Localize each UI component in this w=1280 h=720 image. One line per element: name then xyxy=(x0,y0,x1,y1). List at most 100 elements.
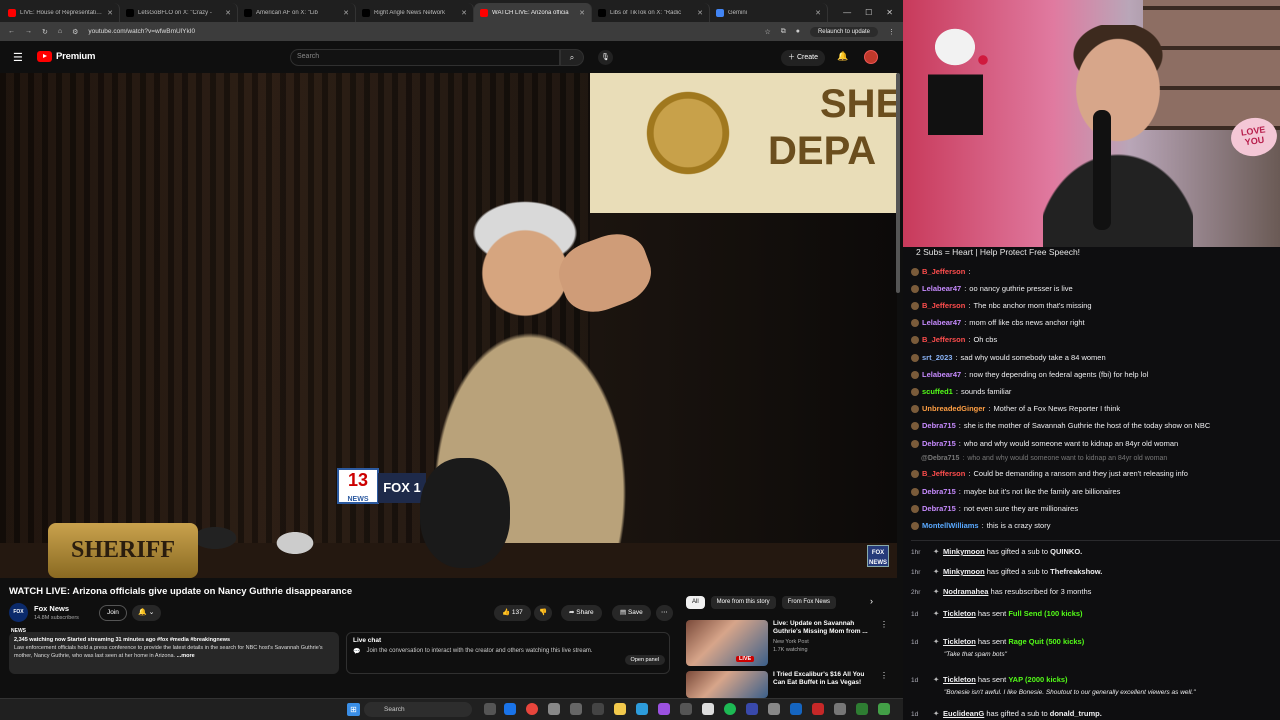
event-username[interactable]: Tickleton xyxy=(943,609,976,618)
url-field[interactable]: youtube.com/watch?v=wfwBmUlYkI0 xyxy=(88,28,754,35)
hamburger-menu-icon[interactable]: ☰ xyxy=(13,51,23,64)
chat-username[interactable]: B_Jefferson xyxy=(922,267,965,276)
chat-message[interactable]: @Debra715: who and why would someone want… xyxy=(921,455,1167,462)
event-target[interactable]: Full Send (100 kicks) xyxy=(1008,609,1082,618)
event-target[interactable]: YAP (2000 kicks) xyxy=(1008,675,1067,684)
dislike-button[interactable]: 👎 xyxy=(534,605,553,621)
recommended-channel[interactable]: New York Post xyxy=(773,639,809,645)
chat-message[interactable]: Debra715: not even sure they are milliona… xyxy=(911,504,1078,513)
chat-username[interactable]: Debra715 xyxy=(922,504,956,513)
chat-message[interactable]: Lelabear47: mom off like cbs news anchor … xyxy=(911,318,1085,327)
chat-message[interactable]: Lelabear47: oo nancy guthrie presser is l… xyxy=(911,284,1073,293)
home-icon[interactable]: ⌂ xyxy=(58,28,62,35)
browser-tab[interactable]: American AF on X: "Lib ✕ xyxy=(238,3,356,22)
chat-username[interactable]: scuffed1 xyxy=(922,387,953,396)
chat-username[interactable]: Lelabear47 xyxy=(922,284,961,293)
event-target[interactable]: QUINKO. xyxy=(1050,547,1082,556)
browser-tab[interactable]: Libs of TikTok on X: "Radic ✕ xyxy=(592,3,710,22)
more-options-icon[interactable]: ⋮ xyxy=(880,620,888,629)
description-more-link[interactable]: ...more xyxy=(177,653,195,659)
chat-username[interactable]: Debra715 xyxy=(922,487,956,496)
tab-close-icon[interactable]: ✕ xyxy=(815,9,821,17)
chat-message[interactable]: Debra715: who and why would someone want … xyxy=(911,439,1178,448)
video-description[interactable]: 2,345 watching now Started streaming 31 … xyxy=(9,632,339,674)
event-target[interactable]: Thefreakshow. xyxy=(1050,567,1102,576)
page-scrollbar[interactable] xyxy=(896,73,900,293)
spotify-icon[interactable] xyxy=(724,703,736,715)
channel-name[interactable]: Fox News xyxy=(34,604,69,613)
open-panel-button[interactable]: Open panel xyxy=(624,655,665,665)
edge-icon[interactable] xyxy=(504,703,516,715)
recommended-title[interactable]: I Tried Excalibur's $16 All You Can Eat … xyxy=(773,671,871,687)
chat-message[interactable]: B_Jefferson: Oh cbs xyxy=(911,335,997,344)
app-icon-1[interactable] xyxy=(548,703,560,715)
chat-message[interactable]: Debra715: she is the mother of Savannah G… xyxy=(911,421,1210,430)
chat-username[interactable]: Debra715 xyxy=(922,439,956,448)
chat-message[interactable]: UnbreadedGinger: Mother of a Fox News Rep… xyxy=(911,404,1120,413)
chat-message[interactable]: scuffed1: sounds familiar xyxy=(911,387,1011,396)
event-username[interactable]: Tickleton xyxy=(943,675,976,684)
browser-tab[interactable]: LetsGoBFLO on X: "Crazy - ✕ xyxy=(120,3,238,22)
recommended-video[interactable]: I Tried Excalibur's $16 All You Can Eat … xyxy=(686,671,888,698)
bookmark-star-icon[interactable]: ☆ xyxy=(764,28,770,36)
reload-icon[interactable]: ↻ xyxy=(42,28,48,36)
back-icon[interactable]: ← xyxy=(8,28,15,35)
channel-avatar[interactable]: FOX NEWS xyxy=(9,603,28,634)
filter-chip[interactable]: From Fox News xyxy=(781,596,837,609)
like-button[interactable]: 👍 137 xyxy=(494,605,531,621)
search-button[interactable]: ⌕ xyxy=(560,49,584,66)
forward-icon[interactable]: → xyxy=(25,28,32,35)
app-icon-8[interactable] xyxy=(768,703,780,715)
app-icon-9[interactable] xyxy=(790,703,802,715)
taskbar-search-input[interactable]: Search xyxy=(364,702,472,717)
close-window-icon[interactable]: ✕ xyxy=(886,8,893,17)
app-icon-5[interactable] xyxy=(658,703,670,715)
voice-search-icon[interactable]: 🎙 xyxy=(598,50,613,65)
app-icon-11[interactable] xyxy=(834,703,846,715)
chat-message[interactable]: B_Jefferson: xyxy=(911,267,973,276)
filter-chip[interactable]: All xyxy=(686,596,705,609)
task-view-icon[interactable] xyxy=(484,703,496,715)
app-icon-3[interactable] xyxy=(592,703,604,715)
search-input[interactable]: Search xyxy=(290,49,560,66)
filter-chip[interactable]: More from this story xyxy=(710,596,776,609)
chat-message[interactable]: Lelabear47: now they depending on federal… xyxy=(911,370,1148,379)
chat-username[interactable]: Lelabear47 xyxy=(922,370,961,379)
chrome-icon[interactable] xyxy=(526,703,538,715)
event-username[interactable]: Nodramahea xyxy=(943,587,988,596)
chat-message[interactable]: Debra715: maybe but it's not like the fam… xyxy=(911,487,1120,496)
app-icon-4[interactable] xyxy=(636,703,648,715)
relaunch-button[interactable]: Relaunch to update xyxy=(809,26,878,37)
recommended-title[interactable]: Live: Update on Savannah Guthrie's Missi… xyxy=(773,620,871,636)
browser-tab[interactable]: LIVE: House of Representatives ✕ xyxy=(2,3,120,22)
tab-close-icon[interactable]: ✕ xyxy=(579,9,585,17)
browser-menu-icon[interactable]: ⋮ xyxy=(888,28,895,36)
browser-tab[interactable]: Gemini ✕ xyxy=(710,3,828,22)
event-target[interactable]: donald_trump. xyxy=(1050,709,1102,718)
join-button[interactable]: Join xyxy=(99,605,127,621)
chat-message[interactable]: srt_2023: sad why would somebody take a 8… xyxy=(911,353,1106,362)
tab-close-icon[interactable]: ✕ xyxy=(343,9,349,17)
more-options-icon[interactable]: ⋮ xyxy=(880,671,888,680)
app-icon-13[interactable] xyxy=(878,703,890,715)
chat-username[interactable]: @Debra715 xyxy=(921,455,959,462)
video-thumbnail[interactable] xyxy=(686,620,768,666)
minimize-icon[interactable]: — xyxy=(843,8,851,17)
app-icon-7[interactable] xyxy=(746,703,758,715)
chat-message[interactable]: MontellWilliams: this is a crazy story xyxy=(911,521,1050,530)
save-button[interactable]: ▤ Save xyxy=(612,605,651,621)
app-icon-12[interactable] xyxy=(856,703,868,715)
chat-username[interactable]: B_Jefferson xyxy=(922,301,965,310)
chat-username[interactable]: B_Jefferson xyxy=(922,469,965,478)
windows-start-icon[interactable]: ⊞ xyxy=(347,703,360,716)
event-username[interactable]: EuclideanG xyxy=(943,709,984,718)
obs-icon[interactable] xyxy=(702,703,714,715)
file-explorer-icon[interactable] xyxy=(614,703,626,715)
app-icon-6[interactable] xyxy=(680,703,692,715)
event-username[interactable]: Minkymoon xyxy=(943,547,985,556)
profile-icon[interactable]: ● xyxy=(796,28,800,35)
chat-username[interactable]: B_Jefferson xyxy=(922,335,965,344)
more-actions-button[interactable]: ⋯ xyxy=(656,605,673,621)
video-thumbnail[interactable] xyxy=(686,671,768,698)
browser-tab[interactable]: Right Angle News Network ✕ xyxy=(356,3,474,22)
